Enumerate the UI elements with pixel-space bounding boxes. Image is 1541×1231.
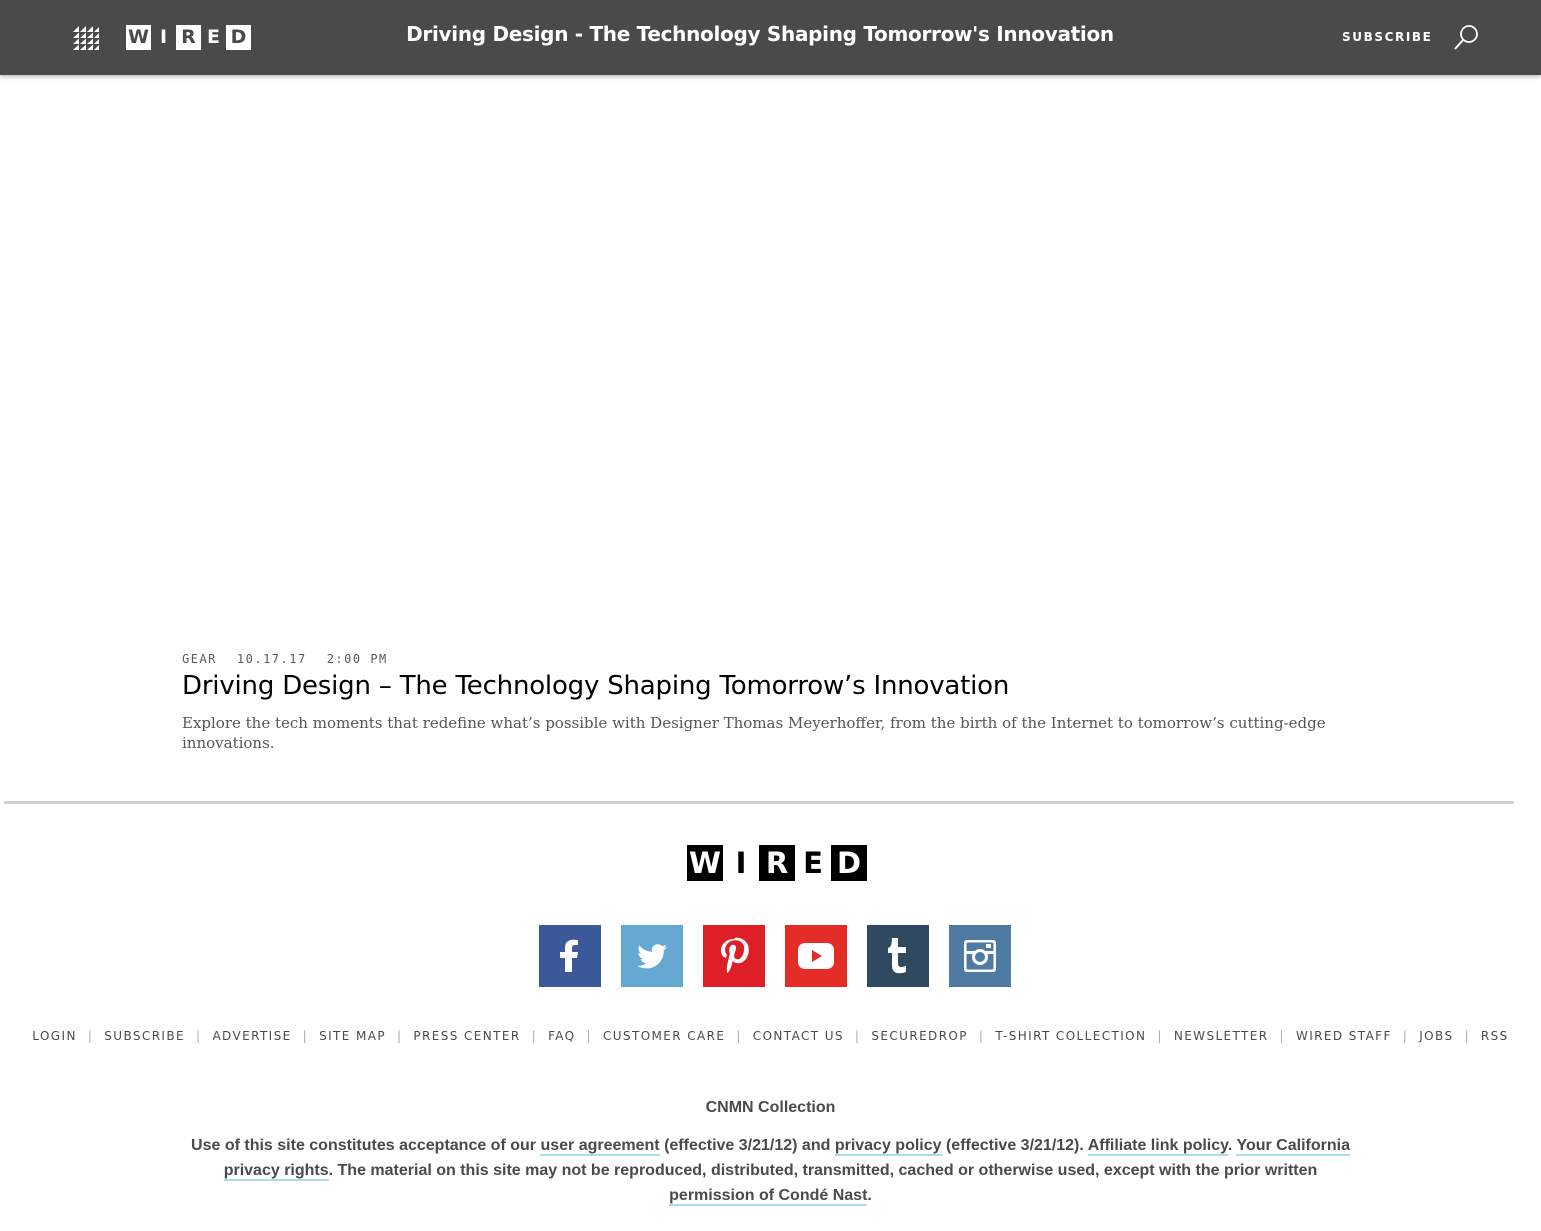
footer-link-rss[interactable]: RSS [1481, 1029, 1509, 1043]
logo-letter-r: R [176, 25, 201, 50]
footer-logo-letter-e: E [803, 845, 823, 880]
logo-letter-e: E [207, 26, 220, 48]
cnmn-collection-label: CNMN Collection [705, 1099, 836, 1116]
facebook-button[interactable] [539, 925, 601, 987]
instagram-icon [964, 940, 996, 972]
search-icon[interactable] [1453, 24, 1479, 51]
legal-text: Use of this site constitutes acceptance … [191, 1137, 541, 1154]
footer-link-newsletter[interactable]: NEWSLETTER [1174, 1029, 1269, 1043]
twitter-icon [637, 944, 667, 969]
article-date: 10.17.17 [236, 652, 307, 666]
legal-text: . The material on this site may not be r… [328, 1162, 1318, 1179]
footer-link-customer-care[interactable]: CUSTOMER CARE [603, 1029, 725, 1043]
wired-logo[interactable]: W I R E D [126, 25, 251, 50]
tumblr-button[interactable] [867, 925, 929, 987]
article-description: Explore the tech moments that redefine w… [182, 714, 1326, 752]
subscribe-button[interactable]: SUBSCRIBE [1342, 30, 1432, 44]
user-agreement-link[interactable]: user agreement [540, 1137, 660, 1156]
pinterest-icon [721, 937, 749, 974]
footer-link-contact-us[interactable]: CONTACT US [753, 1029, 844, 1043]
legal-text: (effective 3/21/12). [941, 1137, 1088, 1154]
footer-wired-logo[interactable]: W I R E D [687, 845, 867, 881]
footer-divider [4, 801, 1514, 804]
menu-icon[interactable] [73, 26, 99, 50]
youtube-button[interactable] [785, 925, 847, 987]
privacy-policy-link[interactable]: privacy policy [834, 1137, 942, 1156]
article-category-link[interactable]: GEAR [182, 652, 217, 666]
youtube-icon [798, 943, 834, 969]
footer-link-securedrop[interactable]: SECUREDROP [871, 1029, 968, 1043]
footer-navigation: LOGIN | SUBSCRIBE | ADVERTISE | SITE MAP | P… [32, 1029, 1509, 1043]
instagram-button[interactable] [949, 925, 1011, 987]
footer-link-subscribe[interactable]: SUBSCRIBE [104, 1029, 185, 1043]
footer-link-wired-staff[interactable]: WIRED STAFF [1296, 1029, 1392, 1043]
footer-logo-letter-d: D [831, 845, 867, 881]
top-navigation-bar: W I R E D Driving Design - The Technolog… [0, 0, 1541, 75]
facebook-icon [560, 939, 578, 972]
footer-link-login[interactable]: LOGIN [32, 1029, 77, 1043]
footer-link-advertise[interactable]: ADVERTISE [212, 1029, 291, 1043]
footer-link-jobs[interactable]: JOBS [1419, 1029, 1453, 1043]
footer-link-faq[interactable]: FAQ [548, 1029, 575, 1043]
social-links [539, 925, 1011, 987]
footer-link-press-center[interactable]: PRESS CENTER [413, 1029, 520, 1043]
footer-logo-letter-w: W [687, 845, 723, 881]
footer-logo-letter-i: I [735, 845, 747, 880]
logo-letter-i: I [159, 26, 168, 48]
twitter-button[interactable] [621, 925, 683, 987]
article-title[interactable]: Driving Design – The Technology Shaping … [182, 671, 1009, 701]
article-meta: GEAR 10.17.17 2:00 PM [182, 652, 388, 666]
article-time: 2:00 PM [326, 652, 388, 666]
legal-text: . [867, 1187, 872, 1204]
tumblr-icon [888, 938, 906, 974]
legal-text: (effective 3/21/12) and [659, 1137, 835, 1154]
legal-notice: Use of this site constitutes acceptance … [180, 1133, 1361, 1208]
conde-nast-permission-link[interactable]: permission of Condé Nast [669, 1187, 868, 1206]
logo-letter-d: D [226, 25, 251, 50]
logo-letter-w: W [126, 25, 151, 50]
pinterest-button[interactable] [703, 925, 765, 987]
header-article-title: Driving Design - The Technology Shaping … [406, 22, 1114, 46]
affiliate-link-policy-link[interactable]: Affiliate link policy [1087, 1137, 1228, 1156]
footer-link-site-map[interactable]: SITE MAP [319, 1029, 386, 1043]
footer-logo-letter-r: R [759, 845, 795, 881]
footer-link-tshirt-collection[interactable]: T-SHIRT COLLECTION [995, 1029, 1146, 1043]
